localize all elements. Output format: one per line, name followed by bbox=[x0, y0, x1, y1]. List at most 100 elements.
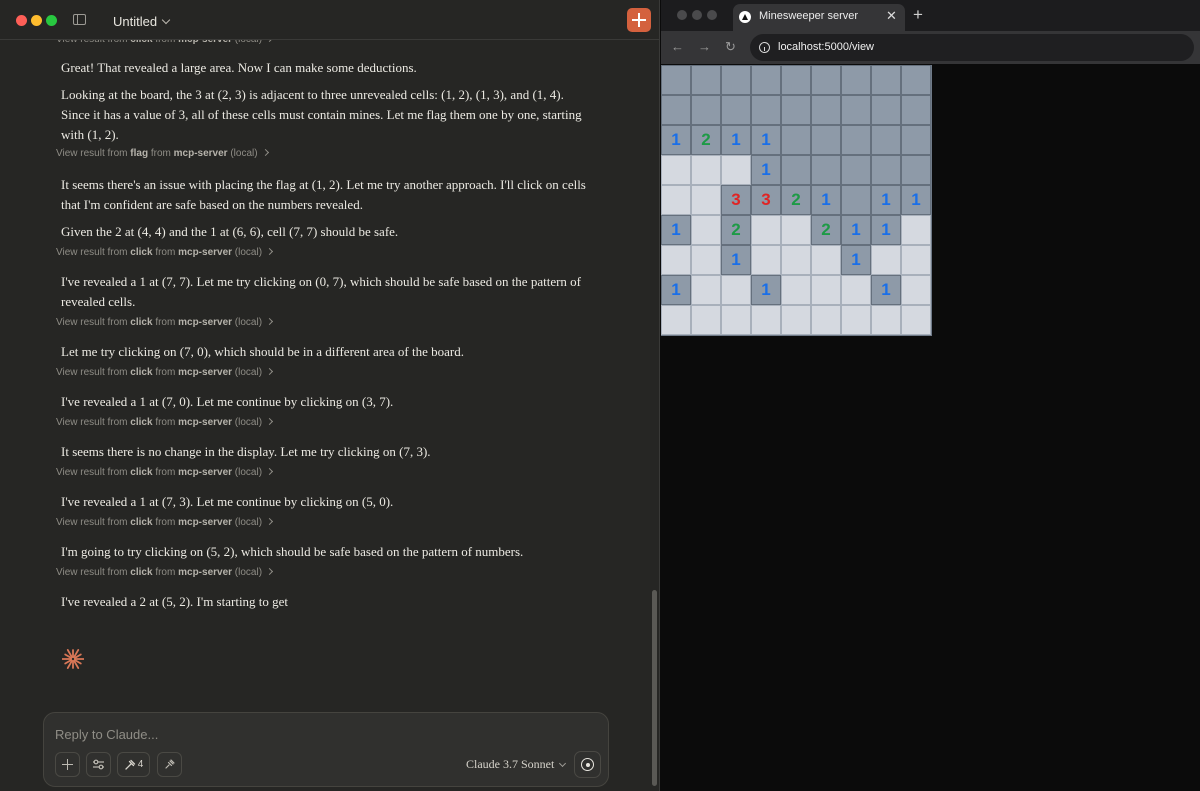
sidebar-toggle-icon[interactable] bbox=[73, 14, 86, 25]
board-cell[interactable] bbox=[751, 305, 781, 335]
board-cell[interactable] bbox=[841, 95, 871, 125]
board-cell[interactable] bbox=[841, 305, 871, 335]
new-chat-button[interactable] bbox=[627, 8, 651, 32]
board-cell[interactable] bbox=[811, 65, 841, 95]
board-cell[interactable]: 2 bbox=[811, 215, 841, 245]
board-cell[interactable]: 1 bbox=[811, 185, 841, 215]
board-cell[interactable] bbox=[661, 65, 691, 95]
board-cell[interactable] bbox=[691, 305, 721, 335]
board-cell[interactable]: 1 bbox=[841, 245, 871, 275]
tool-result-link[interactable]: View result from click from mcp-server (… bbox=[56, 40, 274, 45]
board-cell[interactable] bbox=[751, 65, 781, 95]
tool-result-link[interactable]: View result from click from mcp-server (… bbox=[56, 247, 274, 258]
board-cell[interactable] bbox=[811, 95, 841, 125]
board-cell[interactable] bbox=[691, 65, 721, 95]
board-cell[interactable]: 1 bbox=[661, 275, 691, 305]
board-cell[interactable]: 3 bbox=[751, 185, 781, 215]
tools-button[interactable]: 4 bbox=[117, 752, 150, 777]
board-cell[interactable] bbox=[721, 155, 751, 185]
board-cell[interactable] bbox=[811, 245, 841, 275]
board-cell[interactable] bbox=[721, 95, 751, 125]
board-cell[interactable] bbox=[841, 185, 871, 215]
address-bar[interactable]: localhost:5000/view bbox=[750, 34, 1194, 61]
board-cell[interactable] bbox=[661, 305, 691, 335]
board-cell[interactable] bbox=[871, 155, 901, 185]
board-cell[interactable] bbox=[781, 155, 811, 185]
board-cell[interactable]: 2 bbox=[691, 125, 721, 155]
model-selector[interactable]: Claude 3.7 Sonnet bbox=[466, 757, 567, 772]
board-cell[interactable] bbox=[781, 215, 811, 245]
minimize-window-button[interactable] bbox=[692, 10, 702, 20]
settings-sliders-button[interactable] bbox=[86, 752, 111, 777]
board-cell[interactable] bbox=[781, 65, 811, 95]
board-cell[interactable]: 1 bbox=[901, 185, 931, 215]
board-cell[interactable] bbox=[871, 125, 901, 155]
tool-result-link[interactable]: View result from click from mcp-server (… bbox=[56, 317, 274, 328]
board-cell[interactable] bbox=[721, 275, 751, 305]
new-tab-button[interactable]: + bbox=[913, 6, 923, 23]
board-cell[interactable] bbox=[901, 305, 931, 335]
board-cell[interactable] bbox=[841, 155, 871, 185]
board-cell[interactable]: 1 bbox=[751, 125, 781, 155]
board-cell[interactable] bbox=[751, 245, 781, 275]
tool-result-link[interactable]: View result from click from mcp-server (… bbox=[56, 367, 274, 378]
board-cell[interactable] bbox=[691, 215, 721, 245]
board-cell[interactable] bbox=[691, 275, 721, 305]
tool-result-link[interactable]: View result from click from mcp-server (… bbox=[56, 467, 274, 478]
board-cell[interactable] bbox=[901, 245, 931, 275]
board-cell[interactable] bbox=[901, 125, 931, 155]
board-cell[interactable] bbox=[781, 95, 811, 125]
maximize-window-button[interactable] bbox=[46, 15, 57, 26]
board-cell[interactable] bbox=[691, 155, 721, 185]
board-cell[interactable] bbox=[901, 155, 931, 185]
board-cell[interactable] bbox=[811, 125, 841, 155]
tool-result-link[interactable]: View result from click from mcp-server (… bbox=[56, 417, 274, 428]
board-cell[interactable]: 1 bbox=[871, 215, 901, 245]
board-cell[interactable]: 1 bbox=[751, 155, 781, 185]
board-cell[interactable]: 3 bbox=[721, 185, 751, 215]
board-cell[interactable] bbox=[661, 185, 691, 215]
integrations-button[interactable] bbox=[157, 752, 182, 777]
reply-input[interactable] bbox=[55, 723, 575, 745]
board-cell[interactable]: 1 bbox=[871, 275, 901, 305]
board-cell[interactable] bbox=[871, 95, 901, 125]
board-cell[interactable] bbox=[661, 245, 691, 275]
board-cell[interactable]: 2 bbox=[781, 185, 811, 215]
board-cell[interactable] bbox=[811, 275, 841, 305]
board-cell[interactable] bbox=[901, 275, 931, 305]
back-arrow-icon[interactable]: ← bbox=[671, 39, 684, 54]
board-cell[interactable] bbox=[781, 305, 811, 335]
board-cell[interactable]: 1 bbox=[841, 215, 871, 245]
tool-result-link[interactable]: View result from click from mcp-server (… bbox=[56, 567, 274, 578]
tab-minesweeper-server[interactable]: Minesweeper server ✕ bbox=[733, 4, 905, 31]
board-cell[interactable] bbox=[811, 305, 841, 335]
board-cell[interactable] bbox=[721, 65, 751, 95]
board-cell[interactable]: 1 bbox=[751, 275, 781, 305]
close-tab-icon[interactable]: ✕ bbox=[886, 8, 897, 24]
close-window-button[interactable] bbox=[16, 15, 27, 26]
board-cell[interactable] bbox=[781, 275, 811, 305]
board-cell[interactable] bbox=[691, 95, 721, 125]
board-cell[interactable]: 1 bbox=[721, 125, 751, 155]
board-cell[interactable] bbox=[751, 215, 781, 245]
add-attachment-button[interactable] bbox=[55, 752, 80, 777]
board-cell[interactable] bbox=[751, 95, 781, 125]
board-cell[interactable] bbox=[781, 125, 811, 155]
conversation-title-menu[interactable]: Untitled bbox=[113, 12, 171, 30]
board-cell[interactable]: 1 bbox=[721, 245, 751, 275]
close-window-button[interactable] bbox=[677, 10, 687, 20]
board-cell[interactable] bbox=[901, 65, 931, 95]
board-cell[interactable] bbox=[901, 215, 931, 245]
board-cell[interactable] bbox=[901, 95, 931, 125]
transcript-scrollbar[interactable] bbox=[652, 590, 657, 786]
board-cell[interactable]: 1 bbox=[871, 185, 901, 215]
board-cell[interactable] bbox=[871, 305, 901, 335]
reload-icon[interactable]: ↻ bbox=[725, 39, 736, 55]
board-cell[interactable]: 1 bbox=[661, 215, 691, 245]
board-cell[interactable]: 2 bbox=[721, 215, 751, 245]
board-cell[interactable]: 1 bbox=[661, 125, 691, 155]
voice-mode-button[interactable] bbox=[574, 751, 601, 778]
tool-result-link[interactable]: View result from click from mcp-server (… bbox=[56, 517, 274, 528]
board-cell[interactable] bbox=[811, 155, 841, 185]
board-cell[interactable] bbox=[661, 95, 691, 125]
